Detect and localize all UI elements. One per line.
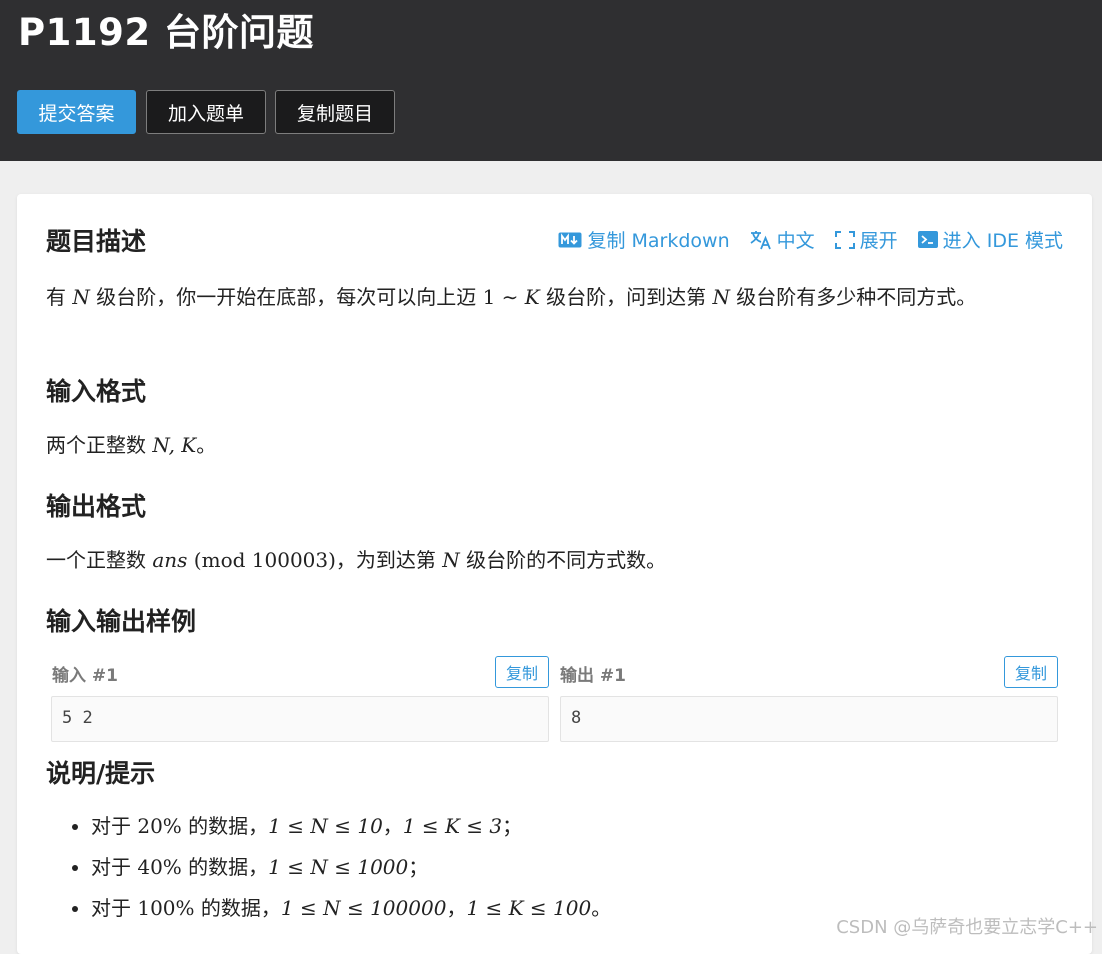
text: 对于 — [91, 814, 138, 838]
text: 级台阶，问到达第 — [539, 285, 713, 309]
copy-output-button[interactable]: 复制 — [1004, 656, 1058, 688]
copy-input-button[interactable]: 复制 — [495, 656, 549, 688]
expand-toggle[interactable]: 展开 — [834, 226, 898, 253]
copy-problem-button[interactable]: 复制题目 — [275, 90, 395, 134]
text: 对于 — [91, 855, 138, 879]
problem-card: 复制 Markdown 中文 展开 进入 IDE 模式 题目描述 有 N 级台阶… — [17, 194, 1092, 954]
text: 级台阶的不同方式数。 — [459, 548, 667, 572]
input-format-text: 两个正整数 N, K。 — [46, 427, 1056, 463]
sample-output-label: 输出 #1 — [560, 666, 626, 686]
math-pct: 40% — [137, 855, 182, 879]
math-mod: (mod 100003) — [187, 548, 336, 572]
text: 两个正整数 — [46, 433, 153, 457]
math-expr: 1 ≤ K ≤ 3 — [402, 814, 503, 838]
watermark: CSDN @乌萨奇也要立志学C++ — [836, 917, 1098, 938]
hints-list: 对于 20% 的数据，1 ≤ N ≤ 10，1 ≤ K ≤ 3； 对于 40% … — [46, 806, 1071, 929]
math-expr: 1 ≤ K ≤ 100 — [466, 896, 592, 920]
language-label: 中文 — [776, 230, 815, 252]
description-text: 有 N 级台阶，你一开始在底部，每次可以向上迈 1 ∼ K 级台阶，问到达第 N… — [46, 279, 1056, 315]
terminal-icon — [917, 231, 938, 248]
add-to-list-button[interactable]: 加入题单 — [146, 90, 266, 134]
ide-mode-label: 进入 IDE 模式 — [942, 230, 1063, 252]
list-item: 对于 40% 的数据，1 ≤ N ≤ 1000； — [91, 847, 1071, 888]
problem-header: P1192 台阶问题 提交答案 加入题单 复制题目 — [0, 0, 1102, 161]
math-var: ans — [152, 548, 188, 572]
sample-input-box[interactable]: 5 2 — [51, 696, 549, 742]
math-pct: 100% — [137, 896, 195, 920]
output-format-heading: 输出格式 — [46, 492, 147, 521]
text: ， — [446, 896, 467, 920]
text: 有 — [46, 285, 73, 309]
problem-toolbar: 复制 Markdown 中文 展开 进入 IDE 模式 — [538, 226, 1063, 253]
math-expr: 1 ≤ N ≤ 1000 — [268, 855, 409, 879]
math-var: N — [72, 285, 90, 309]
submit-answer-button[interactable]: 提交答案 — [17, 90, 136, 134]
math-range: 1 ∼ — [482, 285, 525, 309]
list-item: 对于 20% 的数据，1 ≤ N ≤ 10，1 ≤ K ≤ 3； — [91, 806, 1071, 847]
text: ； — [502, 814, 523, 838]
math-var: N — [442, 548, 460, 572]
expand-icon — [834, 230, 855, 249]
text: ； — [408, 855, 429, 879]
text: 对于 — [91, 896, 138, 920]
math-var: N — [712, 285, 730, 309]
text: 级台阶有多少种不同方式。 — [729, 285, 977, 309]
math-pct: 20% — [137, 814, 182, 838]
text: 。 — [591, 896, 612, 920]
text: 。 — [196, 433, 217, 457]
language-toggle[interactable]: 中文 — [750, 226, 815, 253]
hints-heading: 说明/提示 — [46, 759, 156, 788]
text: ，为到达第 — [335, 548, 443, 572]
page-title: P1192 台阶问题 — [18, 11, 314, 54]
copy-markdown-label: 复制 Markdown — [587, 230, 730, 252]
translate-icon — [750, 230, 771, 249]
sample-input-label: 输入 #1 — [52, 666, 118, 686]
math-expr: 1 ≤ N ≤ 100000 — [280, 896, 447, 920]
samples-heading: 输入输出样例 — [46, 607, 197, 636]
sample-output-box[interactable]: 8 — [560, 696, 1058, 742]
text: 的数据， — [194, 896, 281, 920]
text: ， — [382, 814, 403, 838]
math-expr: 1 ≤ N ≤ 10 — [268, 814, 383, 838]
ide-mode-link[interactable]: 进入 IDE 模式 — [917, 226, 1063, 253]
text: 级台阶，你一开始在底部，每次可以向上迈 — [89, 285, 483, 309]
expand-label: 展开 — [859, 230, 898, 252]
math-var: K — [524, 285, 540, 309]
text: 一个正整数 — [46, 548, 153, 572]
math-var: N, K — [152, 433, 197, 457]
copy-markdown-link[interactable]: 复制 Markdown — [558, 226, 730, 253]
markdown-icon — [558, 232, 582, 247]
input-format-heading: 输入格式 — [46, 377, 147, 406]
description-heading: 题目描述 — [46, 227, 147, 256]
text: 的数据， — [181, 814, 269, 838]
text: 的数据， — [181, 855, 269, 879]
output-format-text: 一个正整数 ans (mod 100003)，为到达第 N 级台阶的不同方式数。 — [46, 542, 1056, 578]
